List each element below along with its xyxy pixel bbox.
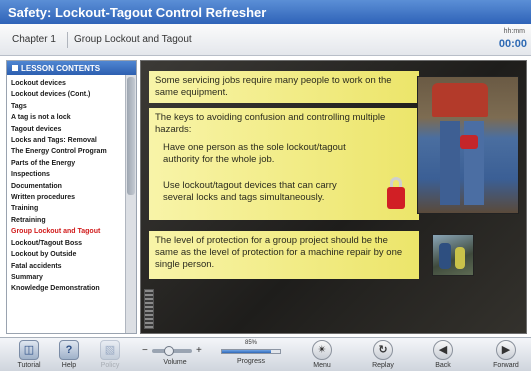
photo-worker-1	[439, 243, 451, 269]
forward-button[interactable]: ▶ Forward	[488, 340, 524, 369]
replay-button[interactable]: ↻ Replay	[366, 340, 400, 369]
lesson-list-item[interactable]: Retraining	[11, 215, 124, 226]
intro-panel: Some servicing jobs require many people …	[149, 71, 419, 103]
back-arrow-icon: ◀	[433, 340, 453, 360]
lesson-list-item[interactable]: Tagout devices	[11, 124, 124, 135]
volume-minus-icon[interactable]: −	[142, 345, 148, 356]
group-workers-photo	[432, 234, 474, 276]
lesson-list-item[interactable]: Knowledge Demonstration	[11, 283, 124, 294]
volume-label: Volume	[163, 359, 187, 366]
help-label: Help	[61, 362, 77, 369]
lesson-list-item[interactable]: Lockout by Outside	[11, 249, 124, 260]
forward-arrow-icon: ▶	[496, 340, 516, 360]
photo-leg-right	[464, 121, 484, 205]
time-format-label: hh:mm	[503, 28, 525, 35]
contents-square-icon	[12, 65, 18, 71]
policy-icon: ▧	[100, 340, 120, 360]
tutorial-label: Tutorial	[17, 362, 41, 369]
lesson-list-item[interactable]: Training	[11, 203, 124, 214]
photo-worker-2	[455, 247, 465, 269]
window-title: Safety: Lockout-Tagout Control Refresher	[0, 0, 531, 24]
intro-text: Some servicing jobs require many people …	[155, 75, 392, 98]
policy-label: Policy	[100, 362, 120, 369]
progress-bar	[221, 349, 281, 354]
side-grip-handle[interactable]	[144, 289, 154, 329]
lesson-list-item[interactable]: Summary	[11, 272, 124, 283]
lesson-contents-title: LESSON CONTENTS	[21, 64, 101, 73]
lesson-list-item[interactable]: Lockout/Tagout Boss	[11, 238, 124, 249]
chapter-title: Group Lockout and Tagout	[74, 34, 192, 45]
keys-heading: The keys to avoiding confusion and contr…	[155, 112, 386, 135]
tutorial-icon: ◫	[19, 340, 39, 360]
padlock-body	[387, 187, 405, 209]
lesson-list-item[interactable]: Tags	[11, 101, 124, 112]
progress-percent: 85%	[244, 340, 257, 346]
keys-bullet-1: Have one person as the sole lockout/tago…	[163, 142, 346, 165]
progress-indicator: 85% Progress	[216, 340, 286, 365]
lesson-list-item[interactable]: Lockout devices	[11, 78, 124, 89]
replay-label: Replay	[372, 362, 394, 369]
forward-label: Forward	[493, 362, 519, 369]
volume-plus-icon[interactable]: +	[196, 345, 202, 356]
lesson-list-item[interactable]: Fatal accidents	[11, 261, 124, 272]
lesson-content-area: Some servicing jobs require many people …	[140, 60, 527, 334]
chapter-label: Chapter 1	[12, 34, 56, 45]
menu-label: Menu	[313, 362, 331, 369]
protection-text: The level of protection for a group proj…	[155, 235, 403, 270]
keys-bullet-2: Use lockout/tagout devices that can carr…	[163, 180, 337, 203]
lesson-list-item[interactable]: Inspections	[11, 169, 124, 180]
lesson-contents-panel: LESSON CONTENTS Lockout devices Lockout d…	[6, 60, 137, 334]
lesson-list-item[interactable]: A tag is not a lock	[11, 112, 124, 123]
lesson-list-item[interactable]: Group Lockout and Tagout	[11, 226, 124, 237]
photo-padlock	[460, 135, 478, 149]
red-padlock-icon	[387, 177, 405, 211]
menu-icon: ✴	[312, 340, 332, 360]
chapter-bar: Chapter 1 Group Lockout and Tagout hh:mm…	[0, 24, 531, 56]
lesson-scrollbar-thumb[interactable]	[127, 77, 135, 195]
protection-panel: The level of protection for a group proj…	[149, 231, 419, 279]
chapter-divider	[67, 32, 68, 48]
back-label: Back	[435, 362, 451, 369]
worker-lockout-photo	[417, 76, 519, 214]
replay-icon: ↻	[373, 340, 393, 360]
progress-label: Progress	[236, 358, 265, 365]
lesson-list-item[interactable]: Locks and Tags: Removal	[11, 135, 124, 146]
keys-panel: The keys to avoiding confusion and contr…	[149, 108, 419, 220]
help-button[interactable]: ? Help	[54, 340, 84, 369]
lesson-scrollbar[interactable]	[125, 75, 136, 333]
menu-button[interactable]: ✴ Menu	[306, 340, 338, 369]
tutorial-button[interactable]: ◫ Tutorial	[12, 340, 46, 369]
photo-leg-left	[440, 121, 460, 205]
lesson-list: Lockout devices Lockout devices (Cont.) Ta…	[7, 75, 124, 295]
volume-control[interactable]: − + Volume	[140, 344, 210, 368]
elapsed-time: 00:00	[498, 38, 527, 50]
policy-button[interactable]: ▧ Policy	[94, 340, 126, 369]
progress-bar-fill	[222, 350, 272, 353]
photo-shirt	[432, 83, 488, 117]
lesson-list-item[interactable]: Parts of the Energy	[11, 158, 124, 169]
volume-slider-knob[interactable]	[164, 346, 174, 356]
lesson-list-item[interactable]: Written procedures	[11, 192, 124, 203]
lesson-list-item[interactable]: Documentation	[11, 181, 124, 192]
bottom-toolbar: ◫ Tutorial ? Help ▧ Policy − + Volume 85…	[0, 337, 531, 371]
lesson-contents-header: LESSON CONTENTS	[7, 61, 136, 75]
back-button[interactable]: ◀ Back	[428, 340, 458, 369]
lesson-list-item[interactable]: The Energy Control Program	[11, 146, 124, 157]
help-icon: ?	[59, 340, 79, 360]
lesson-list-item[interactable]: Lockout devices (Cont.)	[11, 89, 124, 100]
